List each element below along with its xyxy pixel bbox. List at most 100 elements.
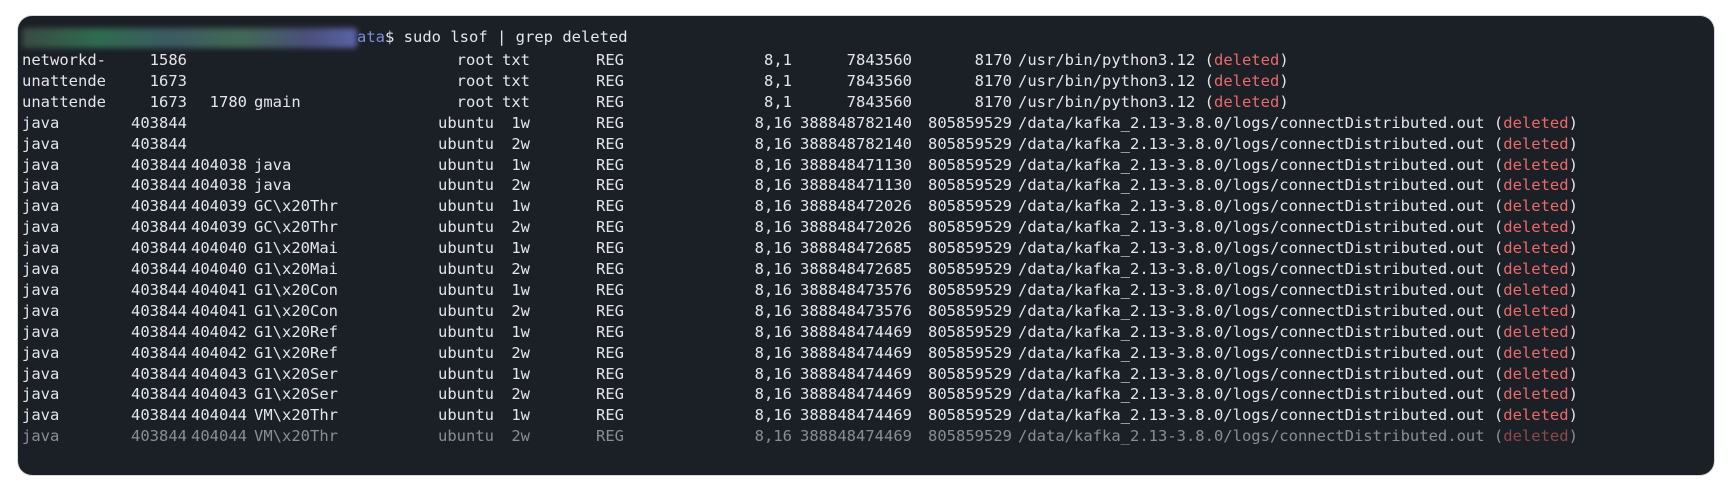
cell-user: ubuntu bbox=[438, 176, 494, 195]
deleted-marker: deleted bbox=[1503, 113, 1569, 132]
cell-cmd: java bbox=[22, 406, 60, 425]
cell-cmd: java bbox=[22, 385, 60, 404]
cell-fd: txt bbox=[502, 71, 530, 90]
cell-fd: 1w bbox=[511, 197, 530, 216]
cell-node: 8170 bbox=[974, 92, 1012, 111]
cell-user: ubuntu bbox=[438, 239, 494, 258]
cell-task: GC\x20Thr bbox=[254, 218, 338, 237]
cell-fd: 2w bbox=[511, 301, 530, 320]
deleted-marker: deleted bbox=[1503, 218, 1569, 237]
paren-close: ) bbox=[1568, 343, 1578, 362]
cell-type: REG bbox=[596, 301, 624, 320]
cell-user: ubuntu bbox=[438, 406, 494, 425]
cell-fd: 1w bbox=[511, 364, 530, 383]
file-path: /data/kafka_2.13-3.8.0/logs/connectDistr… bbox=[1018, 113, 1485, 132]
cell-task: G1\x20Ser bbox=[254, 385, 338, 404]
cell-node: 805859529 bbox=[928, 406, 1012, 425]
cell-device: 8,16 bbox=[754, 113, 792, 132]
cell-pid: 1673 bbox=[149, 92, 187, 111]
cell-tid: 404039 bbox=[191, 218, 247, 237]
cell-user: ubuntu bbox=[438, 427, 494, 446]
cell-node: 805859529 bbox=[928, 364, 1012, 383]
cell-task: G1\x20Mai bbox=[254, 239, 338, 258]
cell-user: ubuntu bbox=[438, 113, 494, 132]
paren-open: ( bbox=[1484, 385, 1504, 404]
cell-node: 805859529 bbox=[928, 218, 1012, 237]
cell-type: REG bbox=[596, 385, 624, 404]
paren-open: ( bbox=[1484, 155, 1504, 174]
cell-user: ubuntu bbox=[438, 385, 494, 404]
cell-name: /data/kafka_2.13-3.8.0/logs/connectDistr… bbox=[1018, 133, 1578, 156]
cell-size: 7843560 bbox=[846, 71, 912, 90]
cell-pid: 403844 bbox=[131, 134, 187, 153]
cell-node: 805859529 bbox=[928, 260, 1012, 278]
cell-pid: 403844 bbox=[131, 364, 187, 383]
cell-node: 805859529 bbox=[928, 176, 1012, 195]
paren-close: ) bbox=[1568, 197, 1578, 216]
cell-task: G1\x20Con bbox=[254, 301, 338, 320]
lsof-row: java 403844 404043 G1\x20Ser ubuntu 2w REG 8,16… bbox=[22, 383, 1712, 406]
cell-name: /data/kafka_2.13-3.8.0/logs/connectDistr… bbox=[1018, 112, 1578, 135]
cell-device: 8,16 bbox=[754, 280, 792, 299]
cell-pid: 403844 bbox=[131, 197, 187, 216]
paren-open: ( bbox=[1484, 239, 1504, 258]
cell-node: 805859529 bbox=[928, 322, 1012, 341]
cell-name: /data/kafka_2.13-3.8.0/logs/connectDistr… bbox=[1018, 237, 1578, 260]
file-path: /data/kafka_2.13-3.8.0/logs/connectDistr… bbox=[1018, 260, 1485, 278]
cell-task: gmain bbox=[254, 92, 301, 111]
paren-close: ) bbox=[1568, 280, 1578, 299]
cell-node: 805859529 bbox=[928, 197, 1012, 216]
file-path: /data/kafka_2.13-3.8.0/logs/connectDistr… bbox=[1018, 218, 1485, 237]
cell-size: 388848474469 bbox=[800, 322, 912, 341]
cell-type: REG bbox=[596, 176, 624, 195]
cell-user: ubuntu bbox=[438, 260, 494, 278]
paren-close: ) bbox=[1568, 134, 1578, 153]
cell-user: ubuntu bbox=[438, 197, 494, 216]
cell-name: /data/kafka_2.13-3.8.0/logs/connectDistr… bbox=[1018, 174, 1578, 197]
cell-node: 805859529 bbox=[928, 113, 1012, 132]
cell-size: 388848472026 bbox=[800, 197, 912, 216]
cell-node: 805859529 bbox=[928, 134, 1012, 153]
paren-open: ( bbox=[1484, 134, 1504, 153]
paren-close: ) bbox=[1568, 322, 1578, 341]
cell-pid: 403844 bbox=[131, 406, 187, 425]
cell-type: REG bbox=[596, 92, 624, 111]
deleted-marker: deleted bbox=[1503, 301, 1569, 320]
cell-device: 8,16 bbox=[754, 239, 792, 258]
lsof-row: java 403844 404038 java ubuntu 1w REG 8,16 38884… bbox=[22, 154, 1712, 177]
cell-device: 8,16 bbox=[754, 260, 792, 278]
paren-open: ( bbox=[1484, 176, 1504, 195]
cell-cmd: java bbox=[22, 218, 60, 237]
paren-close: ) bbox=[1568, 406, 1578, 425]
deleted-marker: deleted bbox=[1503, 280, 1569, 299]
cell-name: /data/kafka_2.13-3.8.0/logs/connectDistr… bbox=[1018, 154, 1578, 177]
cell-name: /data/kafka_2.13-3.8.0/logs/connectDistr… bbox=[1018, 383, 1578, 406]
terminal-output[interactable]: ata$ sudo lsof | grep deleted networkd- 1… bbox=[18, 26, 1714, 475]
cell-name: /data/kafka_2.13-3.8.0/logs/connectDistr… bbox=[1018, 279, 1578, 302]
cell-name: /data/kafka_2.13-3.8.0/logs/connectDistr… bbox=[1018, 258, 1578, 281]
lsof-row: java 403844 ubuntu 2w REG 8,16 388848782140 805… bbox=[22, 133, 1712, 156]
lsof-row: java 403844 404041 G1\x20Con ubuntu 1w REG 8,16… bbox=[22, 279, 1712, 302]
deleted-marker: deleted bbox=[1503, 427, 1569, 446]
cell-size: 388848472026 bbox=[800, 218, 912, 237]
lsof-row: java 403844 404044 VM\x20Thr ubuntu 1w REG 8,16… bbox=[22, 404, 1712, 427]
deleted-marker: deleted bbox=[1503, 343, 1569, 362]
cell-user: ubuntu bbox=[438, 280, 494, 299]
cell-pid: 403844 bbox=[131, 427, 187, 446]
cell-pid: 1586 bbox=[149, 51, 187, 69]
cell-tid: 404044 bbox=[191, 427, 247, 446]
cell-tid: 404041 bbox=[191, 301, 247, 320]
cell-node: 805859529 bbox=[928, 239, 1012, 258]
cell-size: 388848474469 bbox=[800, 385, 912, 404]
cell-node: 805859529 bbox=[928, 301, 1012, 320]
deleted-marker: deleted bbox=[1503, 134, 1569, 153]
deleted-marker: deleted bbox=[1503, 260, 1569, 278]
cell-type: REG bbox=[596, 343, 624, 362]
cell-type: REG bbox=[596, 260, 624, 278]
paren-close: ) bbox=[1279, 71, 1289, 90]
cell-size: 388848473576 bbox=[800, 280, 912, 299]
cell-device: 8,1 bbox=[764, 71, 792, 90]
cell-node: 8170 bbox=[974, 51, 1012, 69]
file-path: /data/kafka_2.13-3.8.0/logs/connectDistr… bbox=[1018, 364, 1485, 383]
cell-size: 388848472685 bbox=[800, 239, 912, 258]
